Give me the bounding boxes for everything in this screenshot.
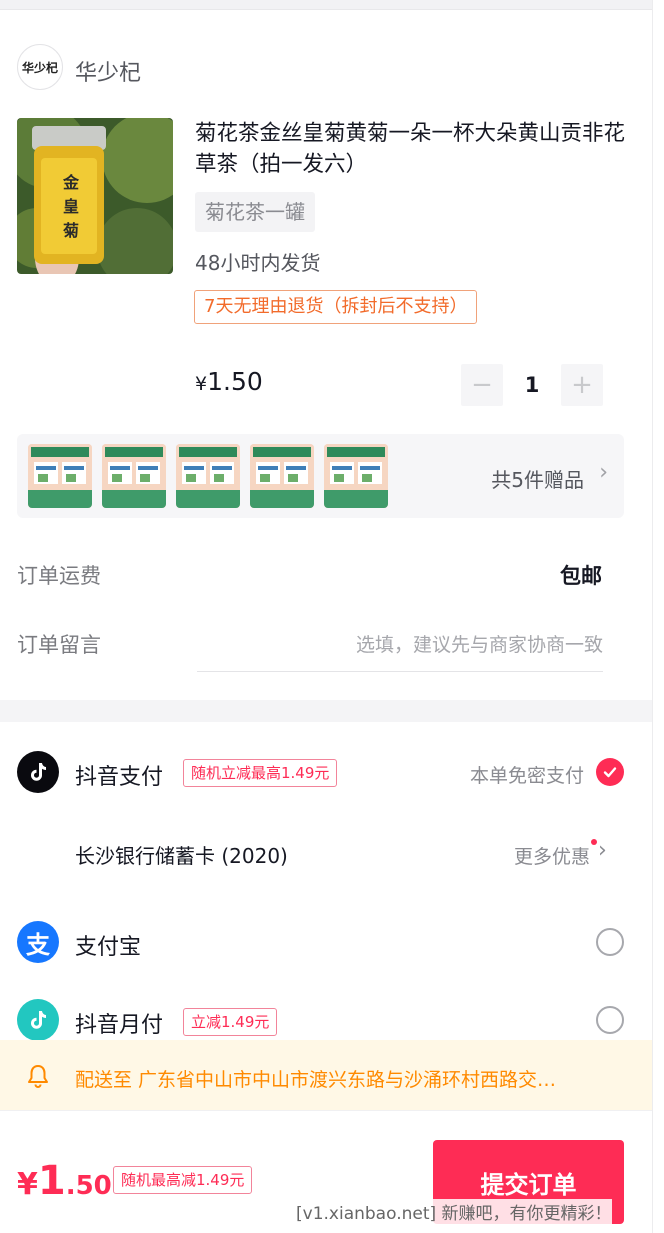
gifts-count-label: 共5件赠品 (491, 468, 584, 492)
no-password-label[interactable]: 本单免密支付 (470, 761, 584, 788)
watermark: [v1.xianbao.net] 新赚吧，有你更精彩！ (296, 1199, 612, 1224)
sku-tag[interactable]: 菊花茶一罐 (195, 192, 315, 232)
total-yen: ¥ (17, 1167, 38, 1202)
product-title[interactable]: 菊花茶金丝皇菊黄菊一朵一杯大朵黄山贡非花草茶（拍一发六） (195, 118, 635, 180)
douyin-monthly-icon (17, 999, 59, 1041)
chevron-right-icon[interactable]: › (598, 838, 607, 863)
price-value: 1.50 (207, 367, 263, 396)
gift-thumbnail[interactable] (250, 444, 314, 508)
gift-thumbnail[interactable] (28, 444, 92, 508)
svg-text:皇: 皇 (63, 197, 79, 216)
ship-time: 48小时内发货 (195, 251, 321, 275)
total-price: ¥1.50 (17, 1158, 112, 1204)
douyin-monthly-promo-tag: 立减1.49元 (183, 1008, 278, 1036)
product-image[interactable]: 金 皇 菊 (17, 118, 173, 274)
check-icon (603, 767, 617, 778)
top-strip (0, 0, 664, 10)
right-edge (652, 0, 664, 1233)
freight-label: 订单运费 (17, 564, 101, 588)
svg-text:金: 金 (62, 173, 80, 192)
alipay-icon: 支 (17, 921, 59, 963)
shop-name[interactable]: 华少杞 (75, 55, 141, 87)
douyin-pay-label[interactable]: 抖音支付 (75, 759, 163, 791)
section-divider (0, 700, 652, 722)
order-note-input[interactable] (197, 618, 603, 672)
gift-thumbnail[interactable] (324, 444, 388, 508)
note-label: 订单留言 (17, 633, 101, 657)
quantity-plus-button[interactable]: + (561, 364, 603, 406)
douyin-pay-promo-tag: 随机立减最高1.49元 (183, 759, 338, 787)
more-offers-link[interactable]: 更多优惠 (514, 842, 590, 869)
return-policy-badge: 7天无理由退货（拆封后不支持） (194, 290, 478, 324)
alipay-label[interactable]: 支付宝 (75, 929, 141, 961)
gift-thumbnail[interactable] (102, 444, 166, 508)
douyin-pay-radio[interactable] (596, 758, 624, 786)
quantity-value: 1 (524, 373, 540, 397)
svg-text:菊: 菊 (63, 221, 79, 240)
product-price: ¥1.50 (195, 367, 263, 396)
total-discount-tag: 随机最高减1.49元 (113, 1166, 253, 1194)
notification-dot (591, 839, 597, 845)
total-decimal: .50 (65, 1171, 112, 1201)
freight-value: 包邮 (560, 564, 602, 588)
delivery-address[interactable]: 配送至 广东省中山市中山市渡兴东路与沙涌环村西路交… (75, 1065, 625, 1092)
gifts-section[interactable]: 共5件赠品 › (17, 434, 624, 518)
shop-logo[interactable]: 华少杞 (17, 44, 63, 90)
douyin-icon (17, 751, 59, 793)
total-int: 1 (37, 1158, 66, 1204)
alipay-radio[interactable] (596, 928, 624, 956)
gift-thumbnail[interactable] (176, 444, 240, 508)
bank-card-option[interactable]: 长沙银行储蓄卡 (2020) (75, 840, 288, 869)
chevron-right-icon: › (599, 460, 608, 485)
douyin-monthly-radio[interactable] (596, 1006, 624, 1034)
price-symbol: ¥ (195, 373, 208, 395)
bell-icon (27, 1064, 49, 1088)
quantity-minus-button[interactable]: − (461, 364, 503, 406)
douyin-monthly-label[interactable]: 抖音月付 (75, 1007, 163, 1039)
